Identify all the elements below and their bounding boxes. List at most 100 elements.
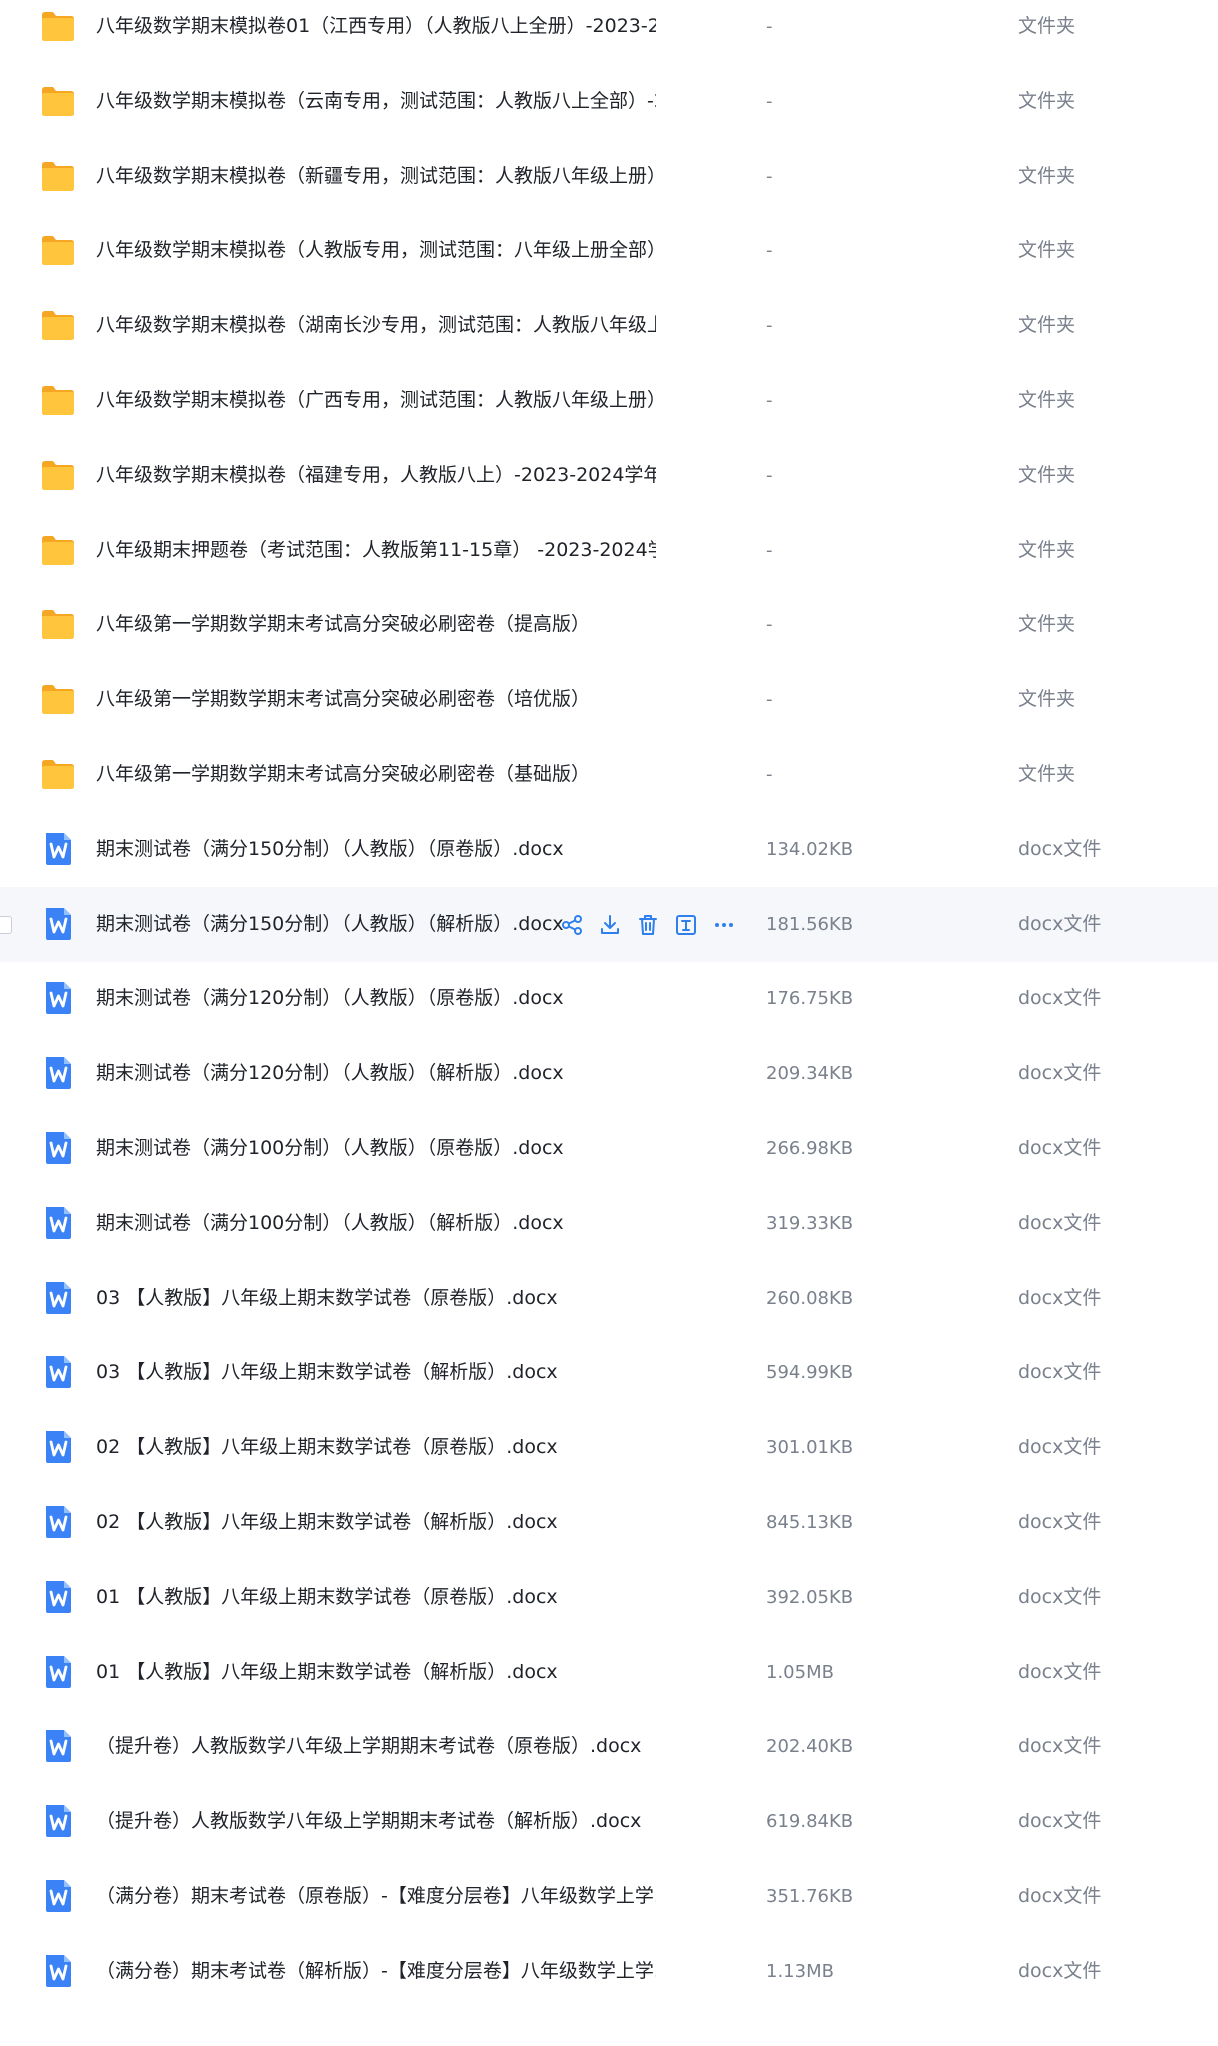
file-name[interactable]: 八年级数学期末模拟卷（广西专用，测试范围：人教版八年级上册）...	[96, 363, 656, 438]
file-row[interactable]: 01 【人教版】八年级上期末数学试卷（解析版）.docx 1.05MB docx文件	[0, 1635, 1218, 1710]
file-type: 文件夹	[1018, 164, 1076, 187]
file-name[interactable]: 八年级数学期末模拟卷（湖南长沙专用，测试范围：人教版八年级上...	[96, 288, 656, 363]
file-size: -	[766, 240, 773, 262]
file-row[interactable]: （满分卷）期末考试卷（解析版）-【难度分层卷】八年级数学上学... 1.13MB d…	[0, 1934, 1218, 2009]
file-size: 260.08KB	[766, 1287, 854, 1309]
file-size: -	[766, 165, 773, 187]
word-doc-icon	[40, 1580, 76, 1614]
file-type: docx文件	[1018, 1062, 1102, 1085]
file-row[interactable]: 期末测试卷（满分120分制）（人教版）（解析版）.docx 209.34KB doc…	[0, 1036, 1218, 1111]
file-size: 176.75KB	[766, 988, 854, 1010]
file-name[interactable]: 02 【人教版】八年级上期末数学试卷（原卷版）.docx	[96, 1410, 558, 1485]
file-type: docx文件	[1018, 1211, 1102, 1234]
file-row[interactable]: 03 【人教版】八年级上期末数学试卷（原卷版）.docx 260.08KB docx…	[0, 1261, 1218, 1336]
file-name[interactable]: 03 【人教版】八年级上期末数学试卷（解析版）.docx	[96, 1335, 558, 1410]
folder-icon	[40, 9, 76, 43]
file-size: 301.01KB	[766, 1437, 854, 1459]
file-type: docx文件	[1018, 1436, 1102, 1459]
file-name[interactable]: 期末测试卷（满分100分制）（人教版）（解析版）.docx	[96, 1186, 564, 1261]
folder-row[interactable]: 八年级第一学期数学期末考试高分突破必刷密卷（基础版） - 文件夹	[0, 737, 1218, 812]
file-type: docx文件	[1018, 1735, 1102, 1758]
file-name[interactable]: 期末测试卷（满分150分制）（人教版）（解析版）.docx	[96, 887, 564, 962]
file-name[interactable]: 期末测试卷（满分150分制）（人教版）（原卷版）.docx	[96, 812, 564, 887]
folder-row[interactable]: 八年级数学期末模拟卷（湖南长沙专用，测试范围：人教版八年级上... - 文件夹	[0, 288, 1218, 363]
file-row[interactable]: 01 【人教版】八年级上期末数学试卷（原卷版）.docx 392.05KB docx…	[0, 1560, 1218, 1635]
file-size: 134.02KB	[766, 838, 854, 860]
file-size: 266.98KB	[766, 1138, 854, 1159]
file-row[interactable]: 02 【人教版】八年级上期末数学试卷（原卷版）.docx 301.01KB docx…	[0, 1410, 1218, 1485]
file-name[interactable]: 期末测试卷（满分100分制）（人教版）（原卷版）.docx	[96, 1111, 564, 1186]
file-name[interactable]: 八年级数学期末模拟卷（福建专用，人教版八上）-2023-2024学年...	[96, 438, 656, 513]
word-doc-icon	[40, 981, 76, 1015]
folder-row[interactable]: 八年级数学期末模拟卷（新疆专用，测试范围：人教版八年级上册）... - 文件夹	[0, 139, 1218, 214]
file-size: 351.76KB	[766, 1886, 854, 1907]
file-size: -	[766, 315, 773, 337]
file-row[interactable]: 期末测试卷（满分120分制）（人教版）（原卷版）.docx 176.75KB doc…	[0, 961, 1218, 1036]
file-name[interactable]: 八年级数学期末模拟卷（人教版专用，测试范围：八年级上册全部）...	[96, 213, 656, 288]
folder-icon	[40, 607, 76, 641]
file-name[interactable]: （满分卷）期末考试卷（解析版）-【难度分层卷】八年级数学上学...	[96, 1934, 656, 2009]
file-size: -	[766, 764, 773, 785]
file-row[interactable]: 期末测试卷（满分150分制）（人教版）（原卷版）.docx 134.02KB doc…	[0, 812, 1218, 887]
file-name[interactable]: 八年级第一学期数学期末考试高分突破必刷密卷（提高版）	[96, 587, 590, 662]
file-type: docx文件	[1018, 1137, 1102, 1159]
file-name[interactable]: 01 【人教版】八年级上期末数学试卷（原卷版）.docx	[96, 1560, 558, 1635]
row-checkbox[interactable]	[0, 915, 12, 934]
file-row[interactable]: 期末测试卷（满分100分制）（人教版）（解析版）.docx 319.33KB doc…	[0, 1186, 1218, 1261]
file-name[interactable]: 八年级数学期末模拟卷01（江西专用）（人教版八上全册）-2023-2...	[96, 0, 656, 64]
folder-icon	[40, 682, 76, 716]
file-name[interactable]: 01 【人教版】八年级上期末数学试卷（解析版）.docx	[96, 1635, 558, 1710]
folder-icon	[40, 159, 76, 193]
file-name[interactable]: 八年级期末押题卷（考试范围：人教版第11-15章） -2023-2024学...	[96, 513, 656, 588]
word-doc-icon	[40, 1729, 76, 1763]
folder-row[interactable]: 八年级数学期末模拟卷01（江西专用）（人教版八上全册）-2023-2... - 文件…	[0, 0, 1218, 64]
folder-row[interactable]: 八年级数学期末模拟卷（云南专用，测试范围：人教版八上全部）-2... - 文件夹	[0, 64, 1218, 139]
file-name[interactable]: （提升卷）人教版数学八年级上学期期末考试卷（原卷版）.docx	[96, 1709, 641, 1784]
file-name[interactable]: （提升卷）人教版数学八年级上学期期末考试卷（解析版）.docx	[96, 1784, 641, 1859]
file-name[interactable]: 八年级第一学期数学期末考试高分突破必刷密卷（基础版）	[96, 737, 590, 812]
file-row[interactable]: 03 【人教版】八年级上期末数学试卷（解析版）.docx 594.99KB docx…	[0, 1335, 1218, 1410]
folder-icon	[40, 458, 76, 492]
file-size: -	[766, 689, 773, 711]
file-type: docx文件	[1018, 1810, 1102, 1833]
word-doc-icon	[40, 1879, 76, 1913]
file-row[interactable]: （提升卷）人教版数学八年级上学期期末考试卷（解析版）.docx 619.84KB d…	[0, 1784, 1218, 1859]
file-type: docx文件	[1018, 912, 1102, 935]
folder-row[interactable]: 八年级数学期末模拟卷（福建专用，人教版八上）-2023-2024学年... - 文件…	[0, 438, 1218, 513]
file-row[interactable]: （提升卷）人教版数学八年级上学期期末考试卷（原卷版）.docx 202.40KB d…	[0, 1709, 1218, 1784]
file-size: 1.05MB	[766, 1661, 834, 1683]
delete-icon[interactable]	[636, 913, 660, 937]
file-row[interactable]: 期末测试卷（满分150分制）（人教版）（解析版）.docx 181.56KB doc…	[0, 886, 1218, 962]
folder-row[interactable]: 八年级期末押题卷（考试范围：人教版第11-15章） -2023-2024学...…	[0, 513, 1218, 588]
file-row[interactable]: 期末测试卷（满分100分制）（人教版）（原卷版）.docx 266.98KB doc…	[0, 1111, 1218, 1186]
folder-row[interactable]: 八年级数学期末模拟卷（广西专用，测试范围：人教版八年级上册）... - 文件夹	[0, 363, 1218, 438]
file-name[interactable]: 八年级第一学期数学期末考试高分突破必刷密卷（培优版）	[96, 662, 590, 737]
file-name[interactable]: （满分卷）期末考试卷（原卷版）-【难度分层卷】八年级数学上学...	[96, 1859, 656, 1934]
file-name[interactable]: 03 【人教版】八年级上期末数学试卷（原卷版）.docx	[96, 1261, 558, 1336]
word-doc-icon	[40, 1131, 76, 1165]
folder-icon	[40, 533, 76, 567]
file-size: 845.13KB	[766, 1512, 854, 1533]
more-icon[interactable]	[712, 913, 736, 937]
file-size: 1.13MB	[766, 1960, 834, 1982]
file-size: -	[766, 90, 773, 112]
download-icon[interactable]	[598, 913, 622, 937]
file-type: 文件夹	[1018, 538, 1076, 561]
file-size: -	[766, 16, 773, 37]
file-row[interactable]: 02 【人教版】八年级上期末数学试卷（解析版）.docx 845.13KB docx…	[0, 1485, 1218, 1560]
folder-icon	[40, 757, 76, 791]
file-size: 209.34KB	[766, 1063, 854, 1085]
folder-row[interactable]: 八年级第一学期数学期末考试高分突破必刷密卷（培优版） - 文件夹	[0, 662, 1218, 737]
folder-row[interactable]: 八年级第一学期数学期末考试高分突破必刷密卷（提高版） - 文件夹	[0, 587, 1218, 662]
file-row[interactable]: （满分卷）期末考试卷（原卷版）-【难度分层卷】八年级数学上学... 351.76K…	[0, 1859, 1218, 1934]
file-name[interactable]: 八年级数学期末模拟卷（云南专用，测试范围：人教版八上全部）-2...	[96, 64, 656, 139]
file-name[interactable]: 02 【人教版】八年级上期末数学试卷（解析版）.docx	[96, 1485, 558, 1560]
folder-row[interactable]: 八年级数学期末模拟卷（人教版专用，测试范围：八年级上册全部）... - 文件夹	[0, 213, 1218, 288]
file-name[interactable]: 期末测试卷（满分120分制）（人教版）（原卷版）.docx	[96, 961, 564, 1036]
file-name[interactable]: 期末测试卷（满分120分制）（人教版）（解析版）.docx	[96, 1036, 564, 1111]
file-name[interactable]: 八年级数学期末模拟卷（新疆专用，测试范围：人教版八年级上册）...	[96, 139, 656, 214]
word-doc-icon	[40, 1505, 76, 1539]
file-type: 文件夹	[1018, 463, 1076, 486]
share-icon[interactable]	[560, 913, 584, 937]
rename-icon[interactable]	[674, 913, 698, 937]
